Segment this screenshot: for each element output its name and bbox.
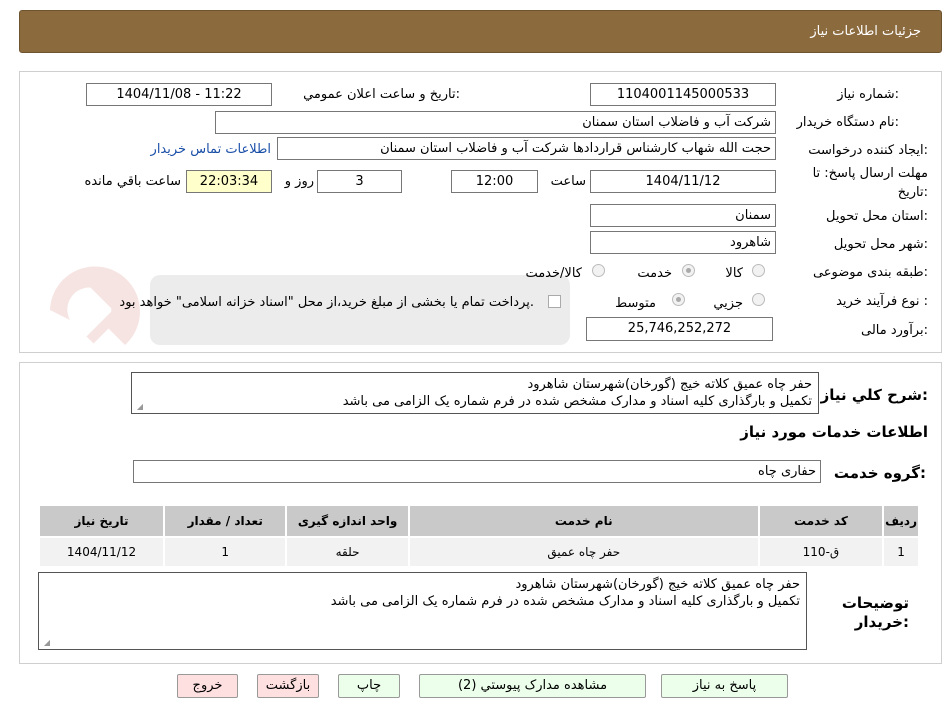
budget-field: 25,746,252,272 [586, 317, 773, 341]
service-group-label: گروه خدمت: [833, 464, 926, 482]
process-option-medium: متوسط [615, 296, 656, 311]
exit-button[interactable]: خروج [177, 674, 238, 698]
services-table: رديف کد خدمت نام خدمت واحد اندازه گيری ت… [37, 504, 920, 568]
buyer-notes-textarea[interactable]: حفر چاه عمیق کلاته خیج (گورخان)شهرستان ش… [38, 572, 807, 650]
resize-handle-icon[interactable]: ◢ [135, 403, 143, 411]
province-field: سمنان [590, 204, 776, 227]
buyer-notes-line-2: تکمیل و بارگذاری کلیه اسناد و مدارک مشخص… [330, 594, 800, 609]
process-option-small: جزيي [713, 296, 743, 311]
deadline-date-field: 1404/11/12 [590, 170, 776, 193]
city-label: شهر محل تحويل: [833, 237, 928, 252]
creator-label: ايجاد كننده درخواست: [808, 143, 928, 158]
cell-quantity: 1 [163, 536, 288, 568]
col-need-date: تاريخ نياز [37, 504, 166, 538]
need-number-label: شماره نیاز: [837, 87, 899, 102]
buyer-org-label: نام دستگاه خريدار: [796, 115, 899, 130]
col-service-name: نام خدمت [407, 504, 760, 538]
deadline-label: مهلت ارسال پاسخ: تا [812, 166, 928, 181]
cell-need-date: 1404/11/12 [37, 536, 166, 568]
treasury-checkbox[interactable] [548, 295, 561, 308]
category-label: طبقه بندی موضوعی: [812, 265, 928, 280]
col-row-number: رديف [882, 504, 920, 538]
category-radio-service[interactable] [682, 264, 695, 277]
process-label: نوع فرآيند خريد : [836, 294, 928, 309]
remaining-time-label: ساعت باقي مانده [84, 174, 181, 189]
days-label: روز و [284, 174, 314, 189]
description-line-1: حفر چاه عمیق کلاته خیج (گورخان)شهرستان ش… [527, 377, 812, 392]
description-textarea[interactable]: حفر چاه عمیق کلاته خیج (گورخان)شهرستان ش… [131, 372, 819, 414]
category-option-goods-service: کالا/خدمت [525, 266, 582, 281]
col-service-code: کد خدمت [757, 504, 885, 538]
service-group-field: حفاری چاه [133, 460, 821, 483]
attachments-button[interactable]: مشاهده مدارک پيوستي (2) [419, 674, 646, 698]
category-radio-goods-service[interactable] [592, 264, 605, 277]
title-bar: جزئیات اطلاعات نیاز [19, 10, 942, 53]
cell-service-name: حفر چاه عمیق [407, 536, 760, 568]
deadline-label-date: تاريخ: [897, 185, 928, 200]
category-option-goods: کالا [725, 266, 743, 281]
cell-service-code: ق-110 [757, 536, 885, 568]
days-field: 3 [317, 170, 402, 193]
cell-row-number: 1 [882, 536, 920, 568]
announce-label: تاریخ و ساعت اعلان عمومي: [303, 87, 460, 102]
deadline-time-field: 12:00 [451, 170, 538, 193]
province-label: استان محل تحويل: [826, 209, 928, 224]
buyer-org-field: شرکت آب و فاضلاب استان سمنان [215, 111, 776, 134]
buyer-notes-line-1: حفر چاه عمیق کلاته خیج (گورخان)شهرستان ش… [515, 577, 800, 592]
buyer-notes-label: توضيحات [841, 594, 909, 612]
cell-unit: حلقه [285, 536, 410, 568]
print-button[interactable]: چاپ [338, 674, 400, 698]
buyer-contact-link[interactable]: اطلاعات تماس خريدار [151, 142, 271, 157]
process-radio-small[interactable] [752, 293, 765, 306]
buyer-notes-label-2: خريدار: [854, 613, 909, 631]
budget-label: برآورد مالی: [861, 323, 928, 338]
services-section-title: اطلاعات خدمات مورد نياز [740, 423, 928, 441]
resize-handle-icon[interactable]: ◢ [42, 639, 50, 647]
process-radio-medium[interactable] [672, 293, 685, 306]
payment-note: پرداخت تمام يا بخشی از مبلغ خريد،از محل … [119, 295, 534, 310]
creator-field: حجت الله شهاب کارشناس قراردادها شرکت آب … [277, 137, 776, 160]
back-button[interactable]: بازگشت [257, 674, 319, 698]
category-radio-goods[interactable] [752, 264, 765, 277]
col-unit: واحد اندازه گيری [285, 504, 410, 538]
table-row: 1 ق-110 حفر چاه عمیق حلقه 1 1404/11/12 [37, 536, 920, 568]
description-label: شرح کلي نياز: [820, 386, 928, 404]
col-quantity: تعداد / مقدار [163, 504, 288, 538]
respond-button[interactable]: پاسخ به نياز [661, 674, 788, 698]
table-header-row: رديف کد خدمت نام خدمت واحد اندازه گيری ت… [37, 504, 920, 538]
category-option-service: خدمت [637, 266, 672, 281]
city-field: شاهرود [590, 231, 776, 254]
description-line-2: تکمیل و بارگذاری کلیه اسناد و مدارک مشخص… [342, 394, 812, 409]
remaining-time-field: 22:03:34 [186, 170, 272, 193]
announce-field: 1404/11/08 - 11:22 [86, 83, 272, 106]
need-number-field: 1104001145000533 [590, 83, 776, 106]
deadline-time-label: ساعت [550, 174, 586, 189]
page-title: جزئیات اطلاعات نیاز [810, 24, 921, 39]
